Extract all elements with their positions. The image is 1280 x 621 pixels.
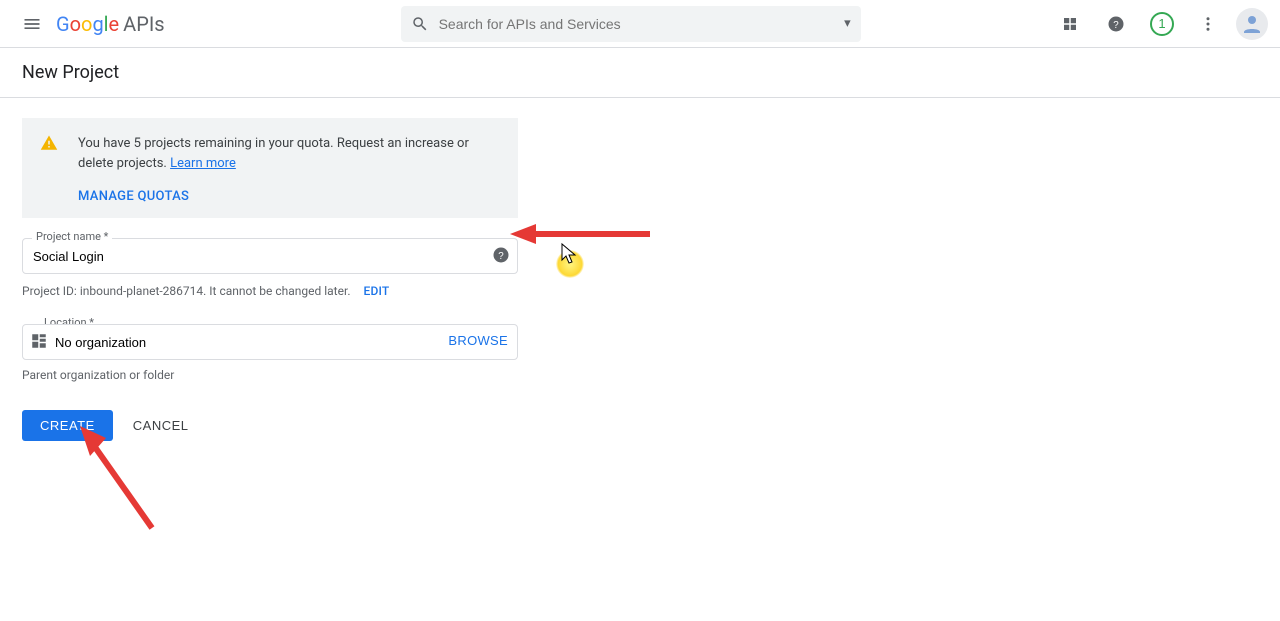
- help-icon[interactable]: ?: [1098, 6, 1134, 42]
- content-area: You have 5 projects remaining in your qu…: [0, 98, 540, 461]
- more-vert-icon[interactable]: [1190, 6, 1226, 42]
- search-dropdown-icon[interactable]: ▾: [844, 16, 851, 31]
- search-box[interactable]: ▾: [401, 6, 861, 42]
- quota-info-box: You have 5 projects remaining in your qu…: [22, 118, 518, 218]
- header-right-icons: ? 1: [1052, 6, 1268, 42]
- hamburger-menu-icon[interactable]: [12, 4, 52, 44]
- project-name-label: Project name *: [32, 230, 112, 243]
- project-id-hint: Project ID: inbound-planet-286714. It ca…: [22, 284, 518, 298]
- search-icon: [411, 15, 429, 33]
- create-button[interactable]: CREATE: [22, 410, 113, 441]
- edit-project-id-link[interactable]: EDIT: [363, 284, 389, 298]
- cursor-highlight: [556, 250, 584, 278]
- gift-icon[interactable]: [1052, 6, 1088, 42]
- org-icon: [30, 332, 48, 354]
- top-bar: Google APIs ▾ ? 1: [0, 0, 1280, 48]
- learn-more-link[interactable]: Learn more: [170, 156, 236, 171]
- button-row: CREATE CANCEL: [22, 410, 518, 441]
- quota-message: You have 5 projects remaining in your qu…: [78, 134, 502, 173]
- search-input[interactable]: [439, 16, 844, 32]
- notifications-icon[interactable]: 1: [1144, 6, 1180, 42]
- svg-text:?: ?: [1113, 19, 1119, 30]
- svg-text:?: ?: [498, 251, 504, 262]
- google-apis-logo: Google APIs: [56, 12, 165, 36]
- browse-button[interactable]: BROWSE: [448, 333, 508, 348]
- annotation-arrow-1: [500, 218, 660, 258]
- location-hint: Parent organization or folder: [22, 368, 518, 382]
- page-title: New Project: [0, 48, 1280, 98]
- warning-icon: [40, 134, 58, 156]
- account-avatar[interactable]: [1236, 8, 1268, 40]
- project-name-input[interactable]: [22, 238, 518, 274]
- project-name-field: Project name * ?: [22, 238, 518, 274]
- cancel-button[interactable]: CANCEL: [133, 418, 189, 433]
- field-help-icon[interactable]: ?: [492, 246, 510, 268]
- manage-quotas-link[interactable]: MANAGE QUOTAS: [78, 189, 189, 204]
- location-input[interactable]: [22, 324, 518, 360]
- location-field: Location * BROWSE: [22, 324, 518, 360]
